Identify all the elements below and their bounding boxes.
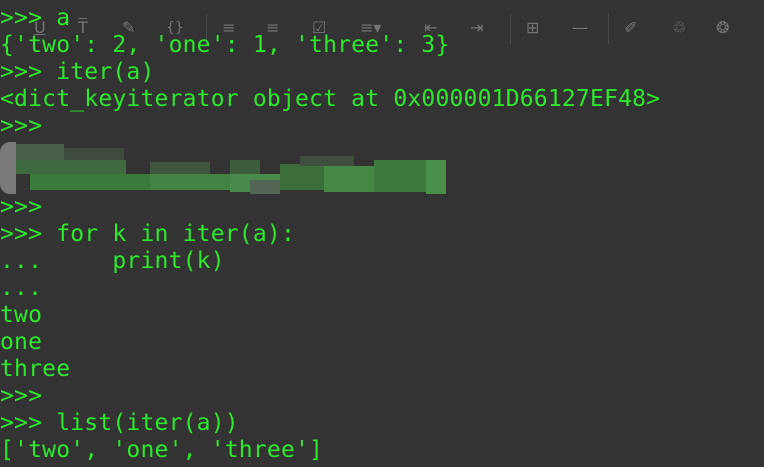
console-line: three xyxy=(0,356,71,382)
console-line: >>> xyxy=(0,383,43,409)
console-line: >>> list(iter(a)) xyxy=(0,410,239,436)
console-line: >>> xyxy=(0,113,43,139)
pixelated-redaction xyxy=(0,140,448,196)
console-line: one xyxy=(0,329,43,355)
console-line: >>> for k in iter(a): xyxy=(0,221,295,247)
console-line: >>> a xyxy=(0,5,71,31)
console-line: >>> xyxy=(0,194,43,220)
console-line: ['two', 'one', 'three'] xyxy=(0,437,324,463)
console-line: ... xyxy=(0,275,43,301)
console-line: two xyxy=(0,302,43,328)
python-console[interactable]: >>> a {'two': 2, 'one': 1, 'three': 3} >… xyxy=(0,3,764,467)
console-line: ... print(k) xyxy=(0,248,225,274)
console-line: >>> iter(a) xyxy=(0,59,155,85)
console-line: <dict_keyiterator object at 0x000001D661… xyxy=(0,86,661,112)
console-line: {'two': 2, 'one': 1, 'three': 3} xyxy=(0,32,450,58)
redaction-edge xyxy=(0,142,16,194)
